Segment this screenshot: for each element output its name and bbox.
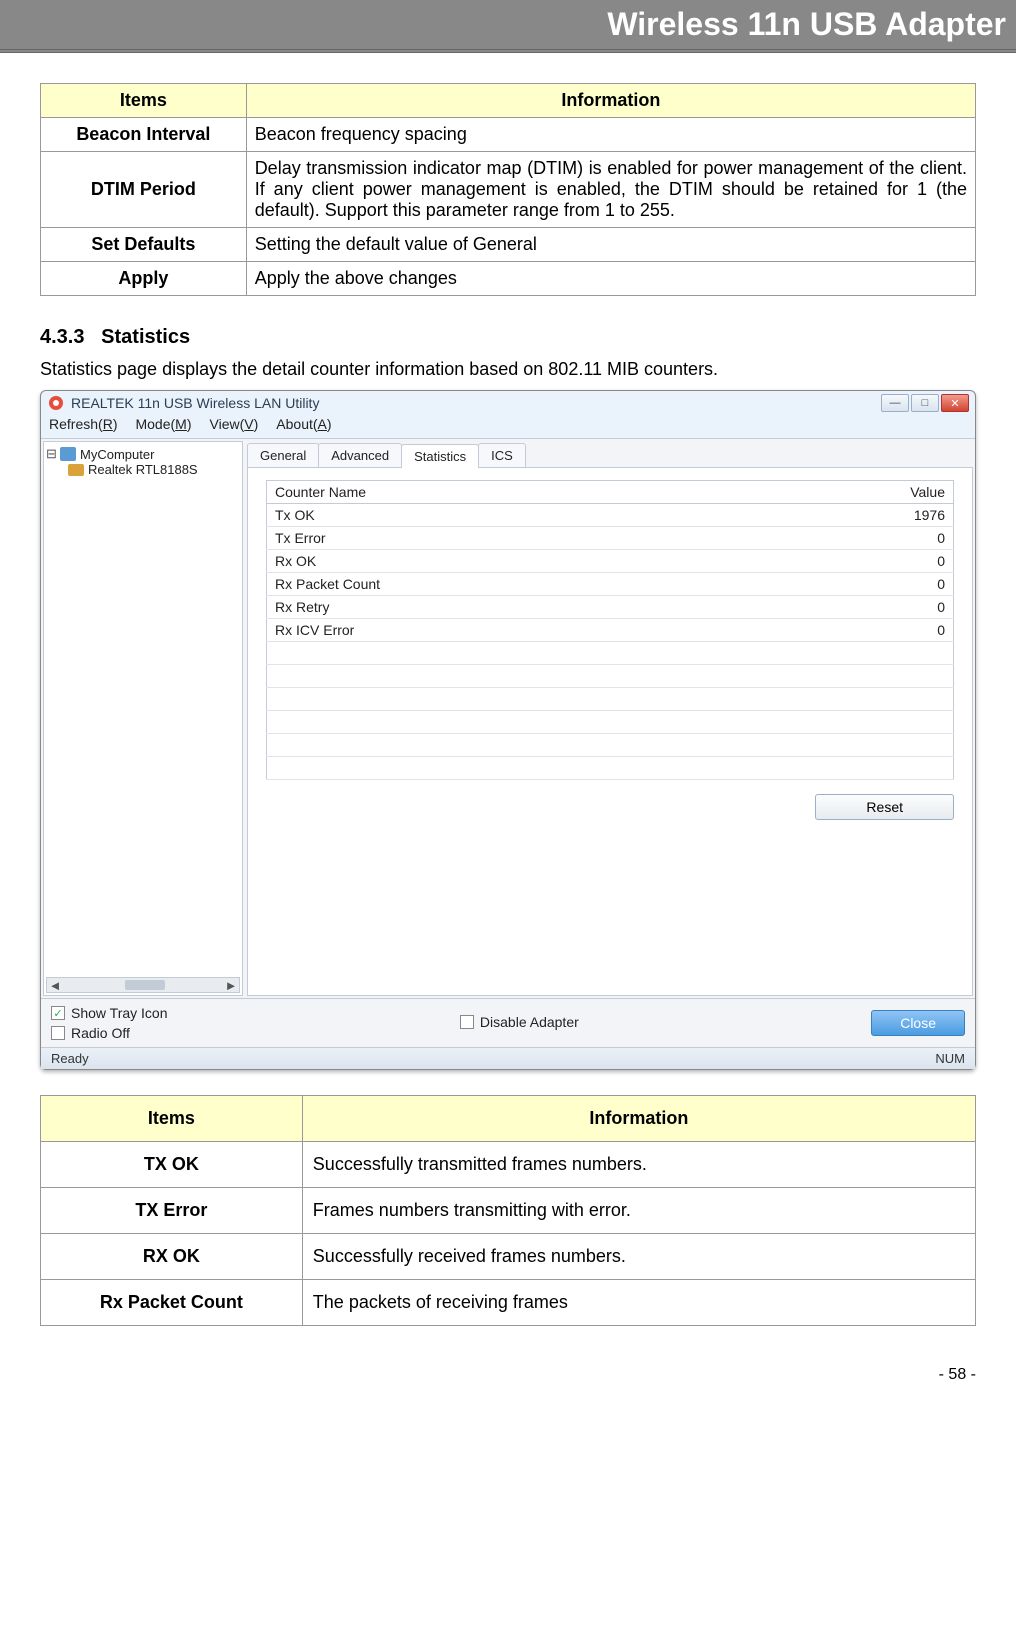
- table-row: DTIM Period Delay transmission indicator…: [41, 152, 976, 228]
- table-row: TX Error Frames numbers transmitting wit…: [41, 1188, 976, 1234]
- tree-scrollbar[interactable]: ◄ ►: [46, 977, 240, 993]
- t2-info: Frames numbers transmitting with error.: [302, 1188, 975, 1234]
- t1-info: Beacon frequency spacing: [246, 118, 975, 152]
- t2-item: RX OK: [41, 1234, 303, 1280]
- close-button[interactable]: Close: [871, 1010, 965, 1036]
- t1-item: DTIM Period: [41, 152, 247, 228]
- stats-header-value[interactable]: Value: [834, 481, 954, 504]
- info-table-1: Items Information Beacon Interval Beacon…: [40, 83, 976, 296]
- stats-table: Counter Name Value Tx OK1976 Tx Error0 R…: [266, 480, 954, 780]
- stats-row[interactable]: Rx ICV Error0: [267, 619, 954, 642]
- t2-item: TX OK: [41, 1142, 303, 1188]
- tree-child-label: Realtek RTL8188S: [88, 462, 198, 477]
- tab-general[interactable]: General: [247, 443, 319, 467]
- statusbar: Ready NUM: [41, 1047, 975, 1069]
- tab-body: Counter Name Value Tx OK1976 Tx Error0 R…: [247, 468, 973, 996]
- tree-pane: ⊟ MyComputer Realtek RTL8188S ◄ ►: [43, 441, 243, 996]
- checkbox-icon: [460, 1015, 474, 1029]
- titlebar: REALTEK 11n USB Wireless LAN Utility — □…: [41, 391, 975, 412]
- t2-header-items: Items: [41, 1096, 303, 1142]
- t1-header-info: Information: [246, 84, 975, 118]
- scroll-right-icon[interactable]: ►: [223, 978, 239, 993]
- show-tray-checkbox[interactable]: ✓ Show Tray Icon: [51, 1005, 168, 1021]
- stats-row[interactable]: Rx Retry0: [267, 596, 954, 619]
- section-number: 4.3.3: [40, 326, 84, 348]
- stats-row[interactable]: Tx OK1976: [267, 504, 954, 527]
- menu-refresh[interactable]: Refresh(R): [49, 416, 117, 432]
- stats-row: [267, 642, 954, 665]
- menubar: Refresh(R) Mode(M) View(V) About(A): [41, 412, 975, 438]
- collapse-icon[interactable]: ⊟: [46, 446, 56, 462]
- table-row: TX OK Successfully transmitted frames nu…: [41, 1142, 976, 1188]
- tabs: General Advanced Statistics ICS: [247, 441, 973, 468]
- table-row: RX OK Successfully received frames numbe…: [41, 1234, 976, 1280]
- t1-info: Apply the above changes: [246, 262, 975, 296]
- stats-header-name[interactable]: Counter Name: [267, 481, 834, 504]
- maximize-button[interactable]: □: [911, 394, 939, 412]
- menu-mode[interactable]: Mode(M): [135, 416, 191, 432]
- tree-child[interactable]: Realtek RTL8188S: [46, 462, 240, 477]
- reset-button[interactable]: Reset: [815, 794, 954, 820]
- status-right: NUM: [935, 1051, 965, 1066]
- scroll-left-icon[interactable]: ◄: [47, 978, 63, 993]
- table-row: Beacon Interval Beacon frequency spacing: [41, 118, 976, 152]
- disable-adapter-label: Disable Adapter: [480, 1014, 579, 1030]
- close-window-button[interactable]: ✕: [941, 394, 969, 412]
- stats-row[interactable]: Rx OK0: [267, 550, 954, 573]
- tree-root-label: MyComputer: [80, 447, 154, 462]
- tab-ics[interactable]: ICS: [478, 443, 526, 467]
- tab-statistics[interactable]: Statistics: [401, 444, 479, 468]
- minimize-button[interactable]: —: [881, 394, 909, 412]
- radio-off-checkbox[interactable]: Radio Off: [51, 1025, 168, 1041]
- t2-header-info: Information: [302, 1096, 975, 1142]
- info-table-2: Items Information TX OK Successfully tra…: [40, 1095, 976, 1326]
- stats-row: [267, 688, 954, 711]
- t2-info: Successfully received frames numbers.: [302, 1234, 975, 1280]
- disable-adapter-checkbox[interactable]: Disable Adapter: [460, 1014, 579, 1030]
- t2-item: Rx Packet Count: [41, 1280, 303, 1326]
- status-left: Ready: [51, 1051, 89, 1066]
- stats-row[interactable]: Rx Packet Count0: [267, 573, 954, 596]
- t2-item: TX Error: [41, 1188, 303, 1234]
- app-icon: [47, 394, 65, 412]
- page-number: - 58 -: [0, 1346, 1016, 1404]
- window-controls: — □ ✕: [881, 394, 969, 412]
- computer-icon: [60, 447, 76, 461]
- stats-row: [267, 711, 954, 734]
- menu-view[interactable]: View(V): [210, 416, 259, 432]
- stats-row: [267, 665, 954, 688]
- t1-info: Setting the default value of General: [246, 228, 975, 262]
- table-row: Rx Packet Count The packets of receiving…: [41, 1280, 976, 1326]
- menu-about[interactable]: About(A): [276, 416, 331, 432]
- stats-row: [267, 757, 954, 780]
- stats-row: [267, 734, 954, 757]
- app-window: REALTEK 11n USB Wireless LAN Utility — □…: [40, 390, 976, 1070]
- radio-off-label: Radio Off: [71, 1025, 130, 1041]
- checkbox-icon: [51, 1026, 65, 1040]
- table-row: Set Defaults Setting the default value o…: [41, 228, 976, 262]
- t2-info: The packets of receiving frames: [302, 1280, 975, 1326]
- section-title-text: Statistics: [101, 326, 190, 348]
- t1-item: Apply: [41, 262, 247, 296]
- scroll-thumb[interactable]: [125, 980, 165, 990]
- t1-item: Beacon Interval: [41, 118, 247, 152]
- t1-header-items: Items: [41, 84, 247, 118]
- tree-root[interactable]: ⊟ MyComputer: [46, 446, 240, 462]
- section-heading: 4.3.3 Statistics: [40, 326, 976, 349]
- tab-advanced[interactable]: Advanced: [318, 443, 402, 467]
- t1-info: Delay transmission indicator map (DTIM) …: [246, 152, 975, 228]
- page-header: Wireless 11n USB Adapter: [0, 0, 1016, 53]
- section-desc: Statistics page displays the detail coun…: [40, 359, 976, 380]
- t2-info: Successfully transmitted frames numbers.: [302, 1142, 975, 1188]
- checkbox-icon: ✓: [51, 1006, 65, 1020]
- table-row: Apply Apply the above changes: [41, 262, 976, 296]
- t1-item: Set Defaults: [41, 228, 247, 262]
- bottom-options: ✓ Show Tray Icon Radio Off Disable Adapt…: [41, 998, 975, 1047]
- window-title: REALTEK 11n USB Wireless LAN Utility: [71, 395, 319, 411]
- show-tray-label: Show Tray Icon: [71, 1005, 168, 1021]
- nic-icon: [68, 464, 84, 476]
- stats-row[interactable]: Tx Error0: [267, 527, 954, 550]
